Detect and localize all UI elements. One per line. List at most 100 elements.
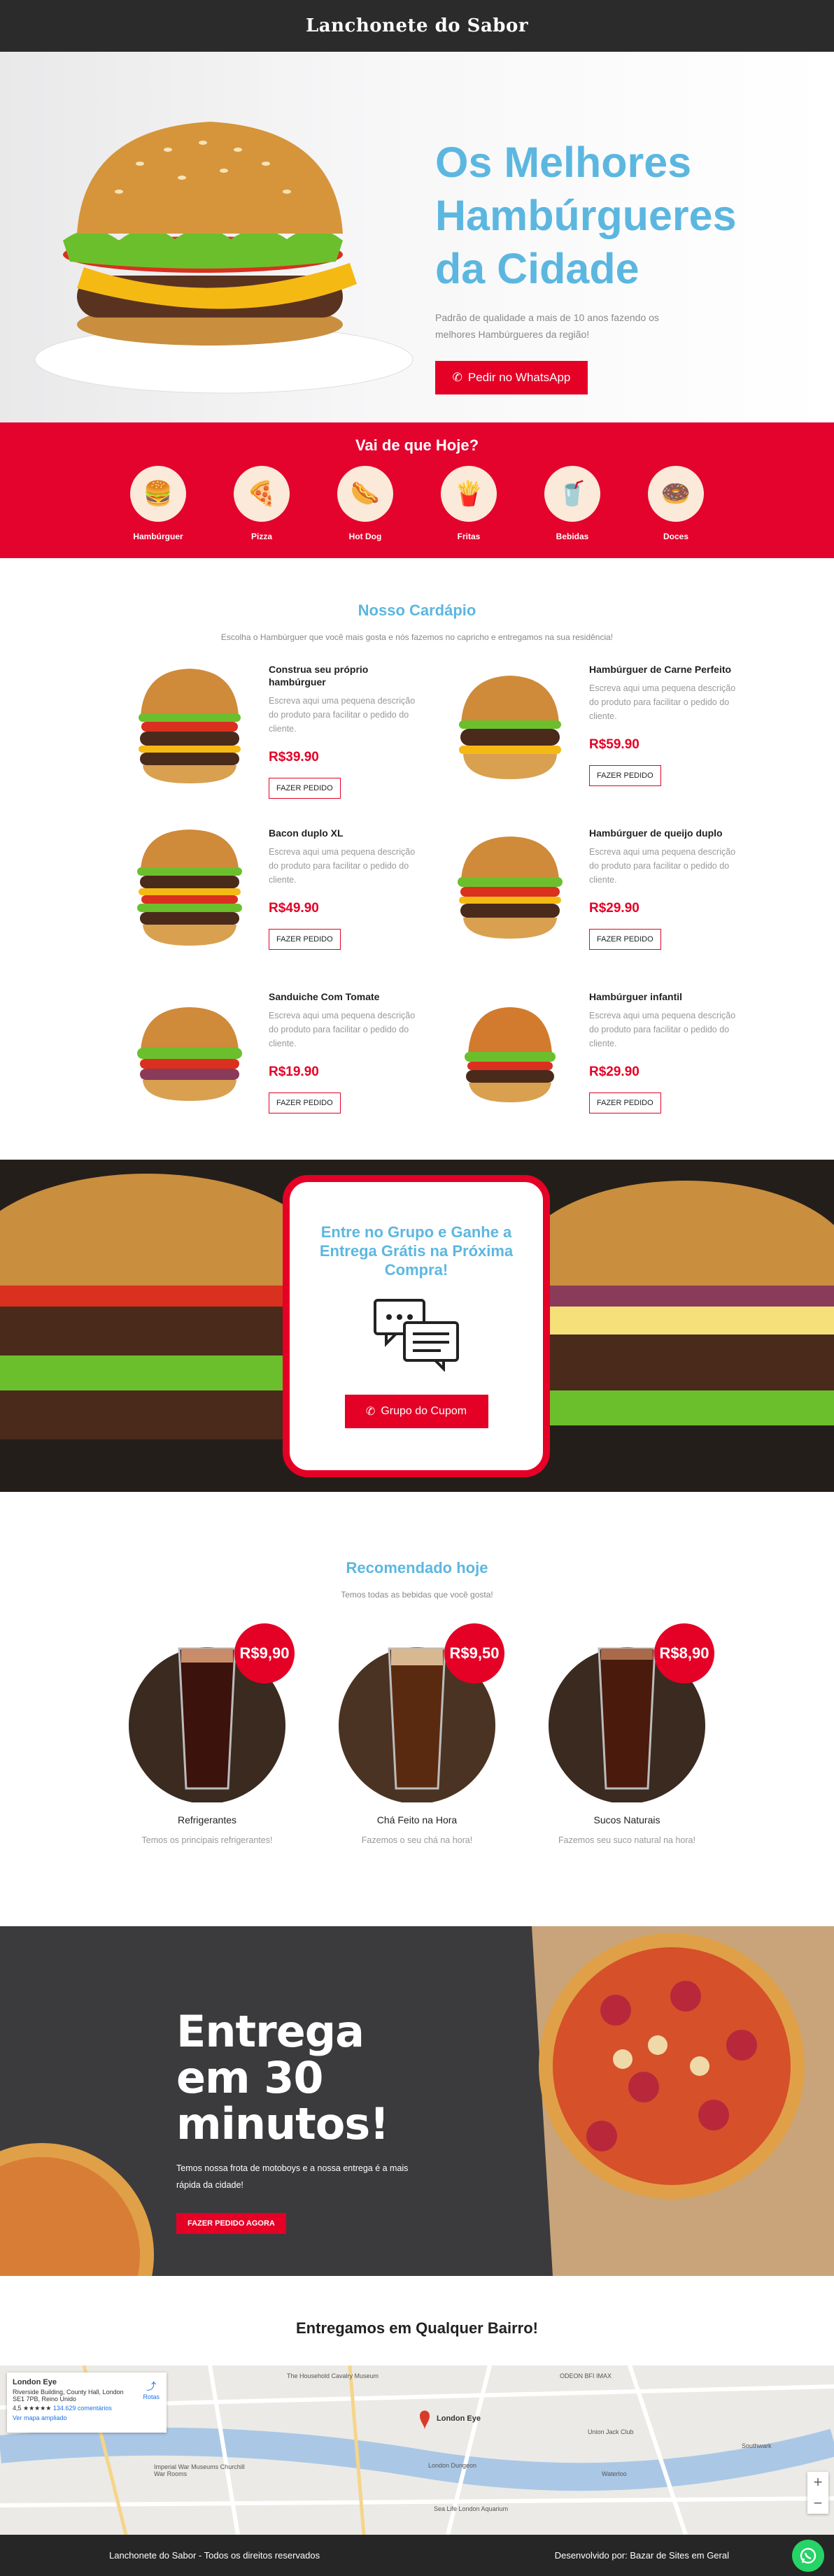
menu-subtitle: Escolha o Hambúrguer que você mais gosta… — [220, 632, 614, 642]
directions-button[interactable]: ⤴ Rotas — [143, 2379, 160, 2400]
zoom-in-button[interactable]: + — [807, 2472, 828, 2493]
map-label: Sea Life London Aquarium — [434, 2505, 509, 2512]
order-button[interactable]: FAZER PEDIDO — [269, 778, 341, 799]
category-drinks[interactable]: 🥤 Bebidas — [544, 466, 600, 541]
category-label: Bebidas — [556, 532, 589, 541]
order-button[interactable]: FAZER PEDIDO — [269, 929, 341, 950]
menu-item-name: Sanduiche Com Tomate — [269, 991, 380, 1002]
menu-section: Nosso Cardápio Escolha o Hambúrguer que … — [0, 558, 834, 1160]
burger-icon: 🍔 — [130, 466, 186, 522]
categories-section: Vai de que Hoje? 🍔 Hambúrguer 🍕 Pizza 🌭 … — [0, 422, 834, 558]
drink-card[interactable]: R$8,90 Sucos Naturais Fazemos seu suco n… — [546, 1621, 714, 1845]
menu-grid: Construa seu próprio hambúrguer Escreva … — [123, 663, 735, 1116]
category-pizza[interactable]: 🍕 Pizza — [234, 466, 290, 541]
coupon-title: Entre no Grupo e Ganhe a Entrega Grátis … — [319, 1223, 514, 1279]
map-section: Entregamos em Qualquer Bairro! The House… — [0, 2276, 834, 2535]
whatsapp-float-button[interactable] — [792, 2540, 824, 2572]
coupon-group-button[interactable]: ✆ Grupo do Cupom — [344, 1395, 488, 1428]
hero-burger-image — [34, 122, 414, 394]
whatsapp-icon: ✆ — [365, 1406, 376, 1418]
menu-item-info: Construa seu próprio hambúrguer Escreva … — [269, 663, 416, 799]
category-label: Fritas — [457, 532, 481, 541]
menu-item-price: R$59.90 — [589, 737, 639, 752]
map-title: Entregamos em Qualquer Bairro! — [296, 2319, 538, 2337]
menu-item-info: Bacon duplo XL Escreva aqui uma pequena … — [269, 827, 416, 953]
footer-credit[interactable]: Desenvolvido por: Bazar de Sites em Gera… — [555, 2550, 729, 2561]
drink-desc: Fazemos seu suco natural na hora! — [558, 1835, 695, 1845]
zoom-controls: + − — [807, 2472, 828, 2514]
menu-item-price: R$19.90 — [269, 1065, 319, 1079]
place-address: Riverside Building, County Hall, London … — [13, 2389, 124, 2403]
drink-name: Sucos Naturais — [593, 1814, 660, 1826]
zoom-out-button[interactable]: − — [807, 2493, 828, 2514]
price-badge: R$9,90 — [234, 1623, 295, 1684]
order-button[interactable]: FAZER PEDIDO — [269, 1093, 341, 1113]
menu-item-name: Hambúrguer de Carne Perfeito — [589, 664, 732, 675]
categories-list: 🍔 Hambúrguer 🍕 Pizza 🌭 Hot Dog 🍟 Fritas … — [0, 466, 834, 541]
burger-image — [458, 837, 563, 939]
menu-item-desc: Escreva aqui uma pequena descrição do pr… — [589, 683, 736, 721]
order-now-button[interactable]: FAZER PEDIDO AGORA — [176, 2213, 286, 2234]
whatsapp-icon — [800, 2547, 817, 2564]
hero-title: Os Melhores Hambúrgueres da Cidade — [435, 138, 737, 292]
menu-item-price: R$29.90 — [589, 901, 639, 916]
footer: Lanchonete do Sabor - Todos os direitos … — [0, 2535, 834, 2576]
coupon-section: Entre no Grupo e Ganhe a Entrega Grátis … — [0, 1160, 834, 1492]
burger-image — [465, 1007, 556, 1102]
menu-item: Sanduiche Com Tomate Escreva aqui uma pe… — [123, 990, 416, 1116]
menu-item-info: Hambúrguer infantil Escreva aqui uma peq… — [589, 990, 736, 1116]
menu-item-info: Hambúrguer de queijo duplo Escreva aqui … — [589, 827, 736, 953]
category-burger[interactable]: 🍔 Hambúrguer — [130, 466, 186, 541]
menu-item-desc: Escreva aqui uma pequena descrição do pr… — [589, 1011, 736, 1048]
menu-item-name: Bacon duplo XL — [269, 827, 344, 839]
place-name: London Eye — [13, 2378, 57, 2386]
menu-item-price: R$29.90 — [589, 1065, 639, 1079]
hotdog-icon: 🌭 — [337, 466, 393, 522]
map-label: Imperial War Museums Churchill War Rooms — [154, 2463, 245, 2477]
drink-name: Refrigerantes — [177, 1814, 237, 1826]
category-fries[interactable]: 🍟 Fritas — [441, 466, 497, 541]
drink-name: Chá Feito na Hora — [376, 1814, 458, 1826]
fries-icon: 🍟 — [441, 466, 497, 522]
category-sweets[interactable]: 🍩 Doces — [648, 466, 704, 541]
place-card: London Eye Riverside Building, County Ha… — [7, 2372, 167, 2433]
whatsapp-order-button[interactable]: ✆ Pedir no WhatsApp — [435, 361, 588, 394]
order-button[interactable]: FAZER PEDIDO — [589, 1093, 661, 1113]
hero-subtitle: Padrão de qualidade a mais de 10 anos fa… — [435, 312, 659, 340]
menu-item-desc: Escreva aqui uma pequena descrição do pr… — [269, 696, 416, 734]
burger-image — [137, 1007, 242, 1101]
categories-title: Vai de que Hoje? — [355, 436, 479, 454]
burger-image — [137, 830, 242, 946]
page: Lanchonete do Sabor Os Melhores Hambúrgu… — [0, 0, 834, 2576]
burger-image — [139, 669, 241, 783]
footer-copyright: Lanchonete do Sabor - Todos os direitos … — [109, 2550, 320, 2561]
chat-icon — [374, 1299, 459, 1372]
drink-desc: Temos os principais refrigerantes! — [141, 1835, 273, 1845]
drinks-title: Recomendado hoje — [346, 1559, 488, 1577]
pizza-icon: 🍕 — [234, 466, 290, 522]
menu-item-price: R$49.90 — [269, 901, 319, 916]
drink-card[interactable]: R$9,90 Refrigerantes Temos os principais… — [127, 1621, 295, 1845]
larger-map-link[interactable]: Ver mapa ampliado — [13, 2414, 161, 2421]
brand-logo[interactable]: Lanchonete do Sabor — [306, 15, 528, 36]
drink-icon: 🥤 — [544, 466, 600, 522]
place-reviews[interactable]: 134.629 comentários — [53, 2405, 112, 2412]
delivery-text: Entrega em 30 minutos! Temos nossa frota… — [176, 2009, 428, 2234]
category-hotdog[interactable]: 🌭 Hot Dog — [337, 466, 393, 541]
menu-item-price: R$39.90 — [269, 750, 319, 764]
order-button[interactable]: FAZER PEDIDO — [589, 929, 661, 950]
menu-item-name: Hambúrguer de queijo duplo — [589, 827, 723, 839]
coupon-group-label: Grupo do Cupom — [381, 1405, 467, 1417]
map-embed[interactable]: The Household Cavalry Museum London Eye … — [0, 2365, 834, 2535]
menu-item-desc: Escreva aqui uma pequena descrição do pr… — [269, 847, 416, 885]
menu-item-info: Sanduiche Com Tomate Escreva aqui uma pe… — [269, 990, 416, 1116]
menu-item: Hambúrguer infantil Escreva aqui uma peq… — [444, 990, 736, 1116]
menu-item-desc: Escreva aqui uma pequena descrição do pr… — [589, 847, 736, 885]
drink-card[interactable]: R$9,50 Chá Feito na Hora Fazemos o seu c… — [337, 1621, 504, 1845]
burger-image — [459, 676, 561, 779]
menu-item-name: Hambúrguer infantil — [589, 991, 683, 1002]
category-label: Pizza — [250, 532, 272, 541]
menu-item-name: Construa seu próprio hambúrguer — [269, 664, 369, 688]
order-button[interactable]: FAZER PEDIDO — [589, 765, 661, 786]
whatsapp-icon: ✆ — [452, 371, 462, 384]
